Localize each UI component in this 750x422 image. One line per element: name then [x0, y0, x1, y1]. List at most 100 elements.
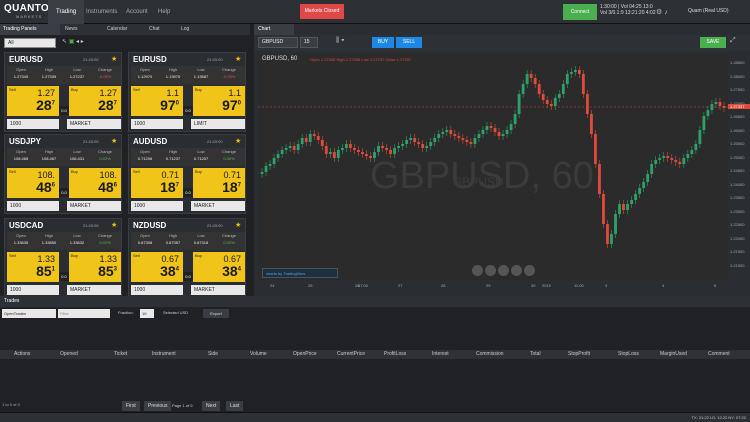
user-account[interactable]: Quam (Real USD): [688, 8, 729, 14]
fullscreen-icon[interactable]: ⤢: [730, 37, 736, 45]
favorite-star-icon[interactable]: ★: [111, 55, 117, 63]
candle-body: [361, 152, 364, 154]
candle-body: [561, 84, 565, 94]
favorite-star-icon[interactable]: ★: [111, 221, 117, 229]
col-openprice[interactable]: OpenPrice: [293, 350, 317, 359]
timeframe-select[interactable]: 15: [300, 37, 318, 48]
buy-quote-button[interactable]: Buy 108. 486: [69, 168, 121, 198]
order-type-select[interactable]: MARKET: [67, 285, 121, 295]
cursor-icon[interactable]: ↖: [62, 39, 67, 45]
col-profitloss[interactable]: ProfitLoss: [384, 350, 406, 359]
tab-trades[interactable]: Trades: [4, 297, 19, 306]
order-type-select[interactable]: MARKET: [191, 285, 245, 295]
col-stopprofit[interactable]: StopProfit: [568, 350, 590, 359]
col-opened[interactable]: Opened: [60, 350, 78, 359]
sell-quote-button[interactable]: Sell 1.1 970: [131, 86, 183, 116]
candle-body: [421, 144, 425, 148]
sell-quote-button[interactable]: Sell 1.33 851: [7, 252, 59, 282]
lot-size-input[interactable]: 1000: [7, 201, 59, 211]
scroll-left-icon[interactable]: [511, 265, 522, 276]
candle-body: [718, 102, 722, 106]
next-icon[interactable]: ▸: [81, 39, 84, 45]
favorite-star-icon[interactable]: ★: [235, 221, 241, 229]
tab-calendar[interactable]: Calendar: [104, 24, 144, 35]
lot-size-input[interactable]: 1000: [7, 285, 59, 295]
buy-quote-button[interactable]: Buy 1.33 853: [69, 252, 121, 282]
candle-body: [509, 124, 513, 130]
reset-icon[interactable]: [498, 265, 509, 276]
card-stats: Open High Low Change 0.71206 0.71237 0.71207 0.…: [131, 148, 245, 166]
col-total[interactable]: Total: [530, 350, 541, 359]
favorite-star-icon[interactable]: ★: [235, 137, 241, 145]
trades-filter-input[interactable]: Filter: [58, 309, 110, 318]
col-marginused[interactable]: MarginUsed: [660, 350, 687, 359]
pager-first[interactable]: First: [122, 401, 140, 411]
col-interest[interactable]: Interest: [432, 350, 449, 359]
pager-previous[interactable]: Previous: [144, 401, 172, 411]
sell-quote-button[interactable]: Sell 0.71 187: [131, 168, 183, 198]
fraction-input[interactable]: 10: [140, 309, 154, 318]
col-ticket[interactable]: Ticket: [114, 350, 127, 359]
chart-type-icon[interactable]: ⫼ ▾: [336, 37, 345, 45]
col-instrument[interactable]: Instrument: [152, 350, 176, 359]
card-stats: Open High Low Change 1.27345 1.27339 1.27237 -0…: [7, 66, 121, 84]
sound-icon[interactable]: ♪: [664, 9, 670, 16]
candle-body: [642, 182, 646, 188]
col-actions[interactable]: Actions: [14, 350, 30, 359]
tab-chat[interactable]: Chat: [146, 24, 176, 35]
card-stats: Open High Low Change 0.67308 0.67357 0.67318 0.…: [131, 232, 245, 250]
sell-button[interactable]: SELL: [396, 37, 422, 48]
buy-quote-button[interactable]: Buy 0.67 384: [193, 252, 245, 282]
buy-button[interactable]: BUY: [372, 37, 394, 48]
tab-chart[interactable]: Chart: [254, 24, 294, 35]
col-volume[interactable]: Volume: [250, 350, 267, 359]
zoom-in-icon[interactable]: [485, 265, 496, 276]
stat-value-change: -0.05%: [98, 74, 112, 79]
buy-quote-button[interactable]: Buy 1.1 970: [193, 86, 245, 116]
col-commission[interactable]: Commission: [476, 350, 504, 359]
save-button[interactable]: SAVE: [700, 37, 726, 48]
zoom-out-icon[interactable]: [472, 265, 483, 276]
lot-size-input[interactable]: 1000: [131, 119, 183, 129]
order-type-select[interactable]: MARKET: [191, 201, 245, 211]
candle-body: [610, 234, 613, 244]
col-side[interactable]: Side: [208, 350, 218, 359]
chart-symbol-select[interactable]: GBPUSD: [258, 37, 298, 48]
order-type-select[interactable]: MARKET: [67, 119, 121, 129]
lot-size-input[interactable]: 1000: [131, 285, 183, 295]
stat-value-low: 0.71207: [193, 156, 209, 161]
export-button[interactable]: Export: [203, 309, 229, 318]
pager-next[interactable]: Next: [202, 401, 221, 411]
nav-help[interactable]: Help: [150, 0, 178, 24]
scroll-right-icon[interactable]: [524, 265, 535, 276]
connect-button[interactable]: Connect: [563, 4, 597, 20]
lot-size-input[interactable]: 1000: [131, 201, 183, 211]
col-currentprice[interactable]: CurrentPrice: [337, 350, 365, 359]
sell-quote-button[interactable]: Sell 108. 486: [7, 168, 59, 198]
buy-quote-button[interactable]: Buy 0.71 187: [193, 168, 245, 198]
tab-log[interactable]: Log: [178, 24, 208, 35]
sell-quote-button[interactable]: Sell 1.27 287: [7, 86, 59, 116]
instrument-filter-select[interactable]: All: [4, 38, 56, 48]
order-type-select[interactable]: LIMIT: [191, 119, 245, 129]
candle-body: [405, 140, 409, 144]
prev-icon[interactable]: ◂: [76, 39, 79, 45]
tradingview-credit[interactable]: charts by TradingView: [262, 268, 338, 278]
candle-body: [702, 116, 706, 130]
trading-card: USDCAD 21:43:00 ★ Open High Low Change 1.33635 1…: [4, 218, 122, 298]
trade-type-select[interactable]: OpenTrades: [2, 309, 56, 318]
col-stoploss[interactable]: StopLoss: [618, 350, 639, 359]
candlestick-series: [258, 66, 728, 248]
tab-trading-panels[interactable]: Trading Panels: [0, 24, 60, 35]
sell-quote-button[interactable]: Sell 0.67 384: [131, 252, 183, 282]
buy-quote-button[interactable]: Buy 1.27 287: [69, 86, 121, 116]
lot-size-input[interactable]: 1000: [7, 119, 59, 129]
col-comment[interactable]: Comment: [708, 350, 730, 359]
tab-news[interactable]: News: [62, 24, 102, 35]
layout-icon[interactable]: ▣: [69, 39, 75, 45]
order-type-select[interactable]: MARKET: [67, 201, 121, 211]
pager-last[interactable]: Last: [226, 401, 244, 411]
favorite-star-icon[interactable]: ★: [111, 137, 117, 145]
favorite-star-icon[interactable]: ★: [235, 55, 241, 63]
price-tick: 1.23500: [730, 195, 745, 200]
